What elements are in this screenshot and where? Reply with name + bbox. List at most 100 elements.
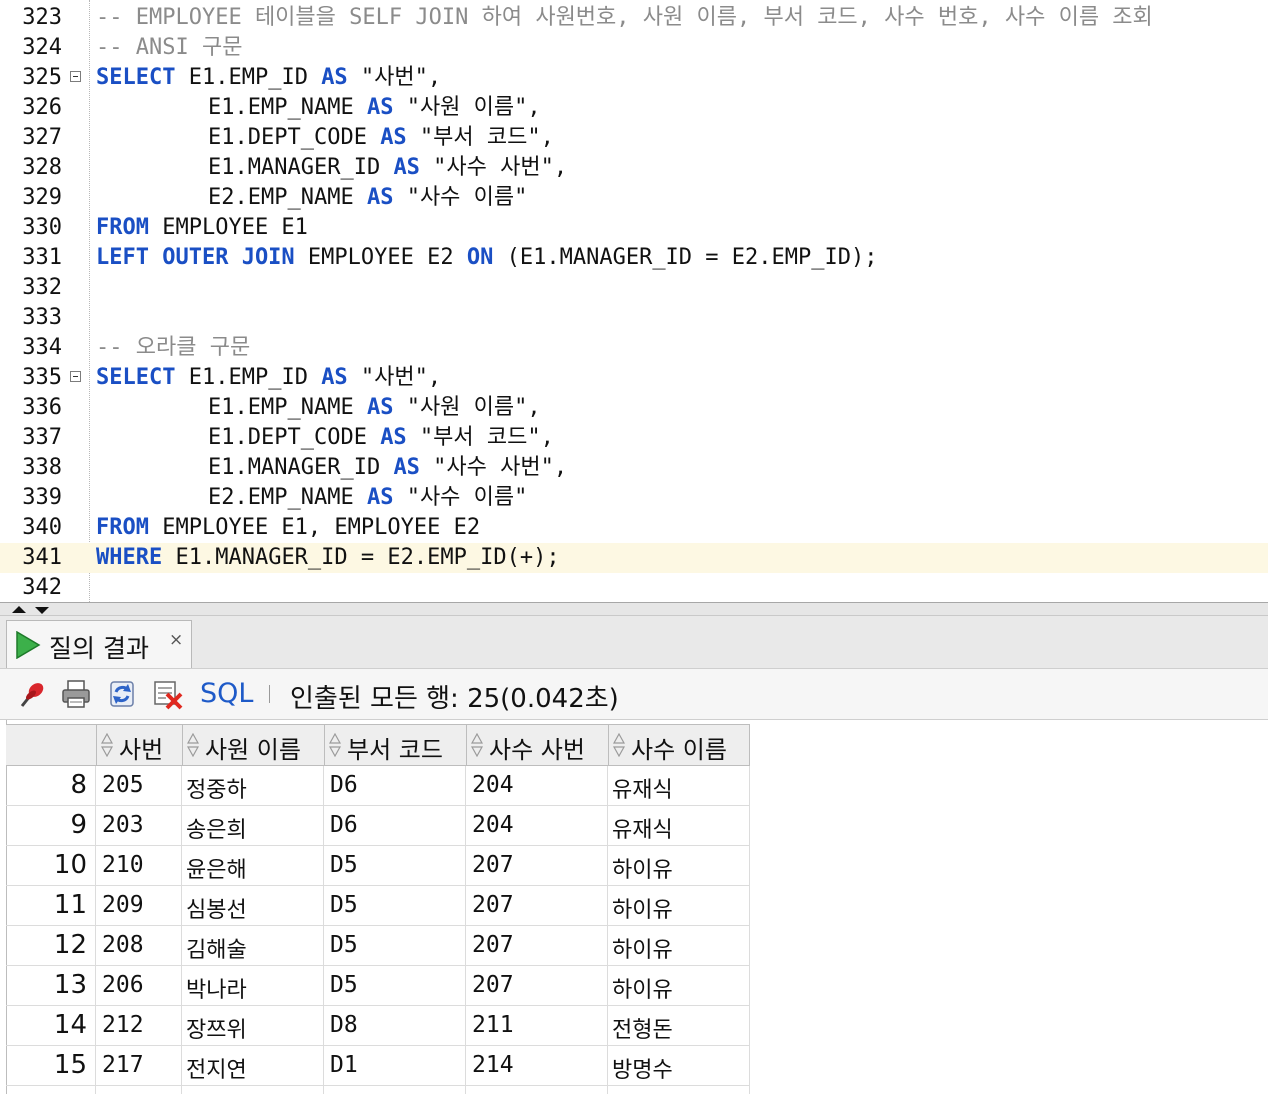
- table-cell[interactable]: 207: [466, 966, 608, 1006]
- code-line[interactable]: 333: [0, 303, 1268, 333]
- table-cell[interactable]: 204: [466, 766, 608, 806]
- code-line[interactable]: 323 -- EMPLOYEE 테이블을 SELF JOIN 하여 사원번호, 사…: [0, 3, 1268, 33]
- refresh-icon[interactable]: [106, 678, 138, 710]
- code-line[interactable]: 330 FROM EMPLOYEE E1: [0, 213, 1268, 243]
- code-line[interactable]: 342: [0, 573, 1268, 602]
- collapse-up-icon[interactable]: [12, 606, 26, 613]
- column-header[interactable]: 사번: [96, 725, 182, 765]
- table-cell[interactable]: D6: [324, 766, 466, 806]
- code-line[interactable]: 326 E1.EMP_NAME AS "사원 이름",: [0, 93, 1268, 123]
- table-cell[interactable]: 210: [96, 846, 182, 886]
- sort-icon[interactable]: [613, 733, 625, 757]
- table-cell[interactable]: [96, 1086, 182, 1094]
- table-cell[interactable]: D5: [324, 926, 466, 966]
- table-cell[interactable]: D8: [324, 1006, 466, 1046]
- sql-text: "사수 사번",: [419, 455, 568, 480]
- sql-button[interactable]: SQL: [200, 678, 253, 709]
- code-line[interactable]: 329 E2.EMP_NAME AS "사수 이름": [0, 183, 1268, 213]
- table-cell[interactable]: 방명수: [608, 1046, 750, 1086]
- table-cell[interactable]: 207: [466, 886, 608, 926]
- table-cell[interactable]: 장쯔위: [182, 1006, 324, 1046]
- sort-icon[interactable]: [101, 733, 113, 757]
- delete-icon[interactable]: [152, 678, 184, 710]
- collapse-down-icon[interactable]: [35, 607, 49, 614]
- sql-editor[interactable]: 323 -- EMPLOYEE 테이블을 SELF JOIN 하여 사원번호, 사…: [0, 0, 1268, 602]
- sql-text: "사수 사번",: [419, 155, 568, 180]
- column-header[interactable]: 부서 코드: [324, 725, 466, 765]
- code-line[interactable]: 325 SELECT E1.EMP_ID AS "사번",: [0, 63, 1268, 93]
- code-line[interactable]: 335 SELECT E1.EMP_ID AS "사번",: [0, 363, 1268, 393]
- table-cell[interactable]: D5: [324, 846, 466, 886]
- table-cell[interactable]: 하이유: [608, 886, 750, 926]
- table-cell[interactable]: 유재식: [608, 766, 750, 806]
- table-row[interactable]: [6, 1086, 750, 1094]
- table-cell[interactable]: [324, 1086, 466, 1094]
- table-cell[interactable]: 박나라: [182, 966, 324, 1006]
- table-cell[interactable]: [466, 1086, 608, 1094]
- table-cell[interactable]: 208: [96, 926, 182, 966]
- fold-collapse-icon[interactable]: [70, 71, 81, 82]
- table-cell[interactable]: 정중하: [182, 766, 324, 806]
- print-icon[interactable]: [60, 678, 92, 710]
- code-line[interactable]: 337 E1.DEPT_CODE AS "부서 코드",: [0, 423, 1268, 453]
- tab-query-result[interactable]: 질의 결과 ×: [6, 620, 192, 668]
- table-cell[interactable]: 205: [96, 766, 182, 806]
- column-header[interactable]: 사원 이름: [182, 725, 324, 765]
- table-cell[interactable]: 하이유: [608, 966, 750, 1006]
- column-header[interactable]: 사수 사번: [466, 725, 608, 765]
- sort-icon[interactable]: [187, 733, 199, 757]
- table-cell[interactable]: 206: [96, 966, 182, 1006]
- table-cell[interactable]: D1: [324, 1046, 466, 1086]
- table-cell[interactable]: 전형돈: [608, 1006, 750, 1046]
- code-line[interactable]: 336 E1.EMP_NAME AS "사원 이름",: [0, 393, 1268, 423]
- table-cell[interactable]: 207: [466, 846, 608, 886]
- table-row[interactable]: 14 212 장쯔위 D8 211 전형돈: [6, 1006, 750, 1046]
- table-cell[interactable]: D5: [324, 966, 466, 1006]
- table-cell[interactable]: 211: [466, 1006, 608, 1046]
- table-row[interactable]: 10 210 윤은해 D5 207 하이유: [6, 846, 750, 886]
- code-line[interactable]: 340 FROM EMPLOYEE E1, EMPLOYEE E2: [0, 513, 1268, 543]
- table-cell[interactable]: 전지연: [182, 1046, 324, 1086]
- table-cell[interactable]: 하이유: [608, 846, 750, 886]
- table-cell[interactable]: D5: [324, 886, 466, 926]
- table-cell[interactable]: 204: [466, 806, 608, 846]
- sort-icon[interactable]: [471, 733, 483, 757]
- table-row[interactable]: 13 206 박나라 D5 207 하이유: [6, 966, 750, 1006]
- table-row[interactable]: 11 209 심봉선 D5 207 하이유: [6, 886, 750, 926]
- table-cell[interactable]: 하이유: [608, 926, 750, 966]
- sort-icon[interactable]: [329, 733, 341, 757]
- code-line[interactable]: 338 E1.MANAGER_ID AS "사수 사번",: [0, 453, 1268, 483]
- table-cell[interactable]: 송은희: [182, 806, 324, 846]
- pin-icon[interactable]: [16, 678, 48, 710]
- table-cell[interactable]: D6: [324, 806, 466, 846]
- code-line[interactable]: 332: [0, 273, 1268, 303]
- table-cell[interactable]: 217: [96, 1046, 182, 1086]
- table-cell[interactable]: 윤은해: [182, 846, 324, 886]
- fold-collapse-icon[interactable]: [70, 371, 81, 382]
- code-line[interactable]: 334 -- 오라클 구문: [0, 333, 1268, 363]
- code-line[interactable]: 327 E1.DEPT_CODE AS "부서 코드",: [0, 123, 1268, 153]
- table-cell[interactable]: 212: [96, 1006, 182, 1046]
- close-icon[interactable]: ×: [169, 630, 183, 650]
- table-cell[interactable]: 207: [466, 926, 608, 966]
- table-cell[interactable]: 214: [466, 1046, 608, 1086]
- code-line[interactable]: 328 E1.MANAGER_ID AS "사수 사번",: [0, 153, 1268, 183]
- table-cell[interactable]: 209: [96, 886, 182, 926]
- panel-splitter[interactable]: [0, 602, 1268, 616]
- table-cell[interactable]: 유재식: [608, 806, 750, 846]
- code-line[interactable]: 339 E2.EMP_NAME AS "사수 이름": [0, 483, 1268, 513]
- table-cell[interactable]: [182, 1086, 324, 1094]
- code-line[interactable]: 324 -- ANSI 구문: [0, 33, 1268, 63]
- table-cell[interactable]: 203: [96, 806, 182, 846]
- table-cell[interactable]: [608, 1086, 750, 1094]
- table-row[interactable]: 12 208 김해술 D5 207 하이유: [6, 926, 750, 966]
- table-row[interactable]: 8 205 정중하 D6 204 유재식: [6, 766, 750, 806]
- column-header[interactable]: 사수 이름: [608, 725, 750, 765]
- code-line[interactable]: 331 LEFT OUTER JOIN EMPLOYEE E2 ON (E1.MA…: [0, 243, 1268, 273]
- table-cell[interactable]: 김해술: [182, 926, 324, 966]
- result-grid[interactable]: 사번 사원 이름 부서 코드 사수 사번 사수 이름 8 205 정중하 D6 204 유재식 9 2…: [0, 720, 1268, 1094]
- table-row[interactable]: 9 203 송은희 D6 204 유재식: [6, 806, 750, 846]
- table-cell[interactable]: 심봉선: [182, 886, 324, 926]
- table-row[interactable]: 15 217 전지연 D1 214 방명수: [6, 1046, 750, 1086]
- code-line[interactable]: 341 WHERE E1.MANAGER_ID = E2.EMP_ID(+);: [0, 543, 1268, 573]
